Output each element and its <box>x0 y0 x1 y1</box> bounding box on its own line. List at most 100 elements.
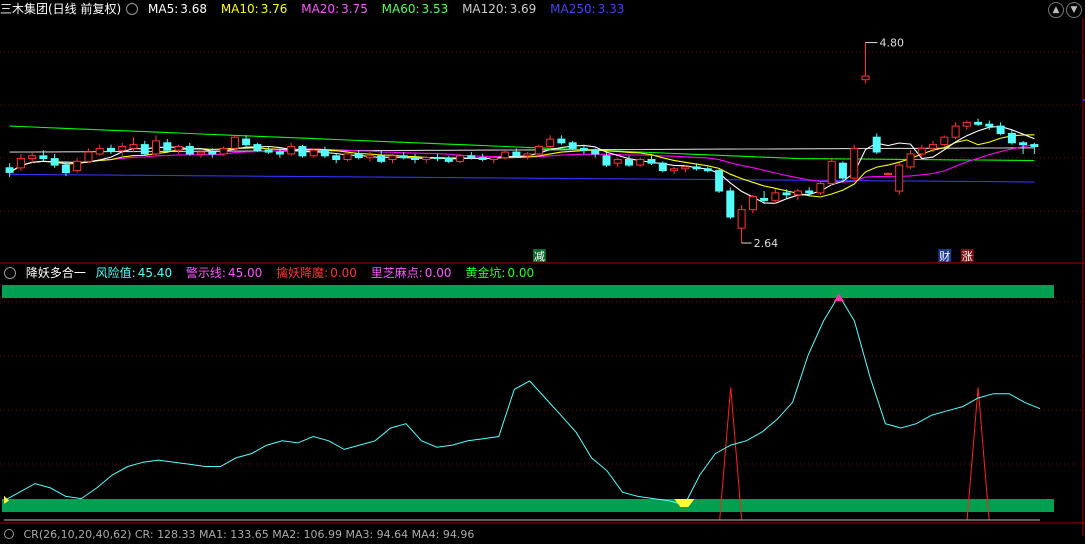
candle-body <box>16 158 25 169</box>
candle-body <box>366 155 374 159</box>
ma250-line <box>9 173 1035 183</box>
candle-body <box>28 155 37 160</box>
candle-body <box>568 142 577 149</box>
high-price-label: 4.80 <box>879 37 904 50</box>
lower-risk-band <box>2 499 1054 512</box>
candle-body <box>760 198 769 201</box>
candle-body <box>95 147 104 155</box>
candle-body <box>275 151 284 155</box>
candle-body <box>929 144 937 149</box>
candle-body <box>692 166 701 170</box>
candle-body <box>399 155 408 159</box>
candle-body <box>61 164 70 174</box>
candle-body <box>174 146 183 151</box>
candle-body <box>354 153 363 159</box>
candle-body <box>895 164 904 192</box>
candle-body <box>39 155 48 160</box>
candle-body <box>658 162 667 172</box>
candle-body <box>805 190 814 194</box>
candle-body <box>1019 142 1028 146</box>
candle-body <box>748 196 757 211</box>
candle-body <box>298 146 307 157</box>
candle-body <box>602 155 611 166</box>
candle-body <box>84 151 93 162</box>
candle-body <box>636 159 645 166</box>
candle-body <box>703 168 712 172</box>
candle-body <box>884 172 892 175</box>
candle-body <box>917 147 926 155</box>
candle-body <box>613 159 622 164</box>
candle-body <box>827 160 836 185</box>
low-price-label: 2.64 <box>754 237 779 250</box>
candle-body <box>163 142 172 151</box>
candle-body <box>152 140 160 155</box>
candle-body <box>625 159 633 166</box>
candle-body <box>50 158 59 166</box>
candle-body <box>264 149 273 153</box>
candle-body <box>647 159 656 164</box>
candle-body <box>501 151 510 159</box>
candle-body <box>219 147 228 155</box>
candle-body <box>512 151 521 157</box>
event-tag-jian: 减 <box>534 250 545 263</box>
candle-body <box>388 155 397 161</box>
candle-body <box>377 155 386 162</box>
candle-body <box>1007 133 1016 144</box>
candle-body <box>456 155 465 162</box>
candle-body <box>974 121 983 125</box>
candle-body <box>546 138 555 148</box>
stock-chart-canvas[interactable]: 4.80 2.64 减 财涨 <box>0 0 1085 536</box>
candle-body <box>523 153 532 157</box>
candle-body <box>737 209 746 229</box>
candle-body <box>422 157 431 161</box>
candle-body <box>433 157 442 160</box>
candle-body <box>940 136 949 146</box>
candle-body <box>951 125 960 138</box>
candle-body <box>715 170 724 192</box>
candle-body <box>906 153 915 168</box>
candle-body <box>208 151 217 155</box>
candle-body <box>489 157 498 161</box>
candle-body <box>230 136 239 149</box>
candle-body <box>320 149 329 157</box>
candle-body <box>771 192 780 201</box>
candle-body <box>467 155 476 159</box>
candle-body <box>670 168 678 172</box>
candle-body <box>118 146 127 151</box>
candle-body <box>838 162 847 179</box>
candle-body <box>557 138 566 144</box>
candle-body <box>872 136 881 153</box>
candle-body <box>985 123 994 127</box>
event-tag-zhang: 涨 <box>962 250 973 263</box>
candle-body <box>478 157 487 161</box>
candle-body <box>107 147 115 152</box>
risk-value-line <box>3 294 1041 506</box>
candle-body <box>861 75 870 81</box>
candle-body <box>253 144 262 151</box>
candle-body <box>591 149 600 155</box>
candle-body <box>962 121 971 127</box>
candle-body <box>411 157 419 161</box>
candle-body <box>1030 144 1039 148</box>
candle-body <box>140 144 149 155</box>
candle-body <box>5 167 14 173</box>
candle-body <box>287 146 296 155</box>
candle-body <box>996 125 1005 134</box>
candle-body <box>332 155 341 161</box>
candle-body <box>850 147 859 179</box>
candle-body <box>129 144 138 149</box>
candle-body <box>343 153 352 160</box>
candle-body <box>73 160 82 172</box>
candle-body <box>726 190 735 218</box>
candle-body <box>782 192 791 196</box>
candle-body <box>534 146 543 155</box>
candle-body <box>242 138 251 146</box>
candle-body <box>309 149 318 157</box>
candle-body <box>579 147 588 151</box>
candle-body <box>185 146 194 155</box>
candle-body <box>793 190 802 196</box>
candle-body <box>816 183 825 194</box>
event-tag-cai: 财 <box>939 249 950 263</box>
candle-body <box>681 166 690 170</box>
candle-body <box>444 158 453 162</box>
